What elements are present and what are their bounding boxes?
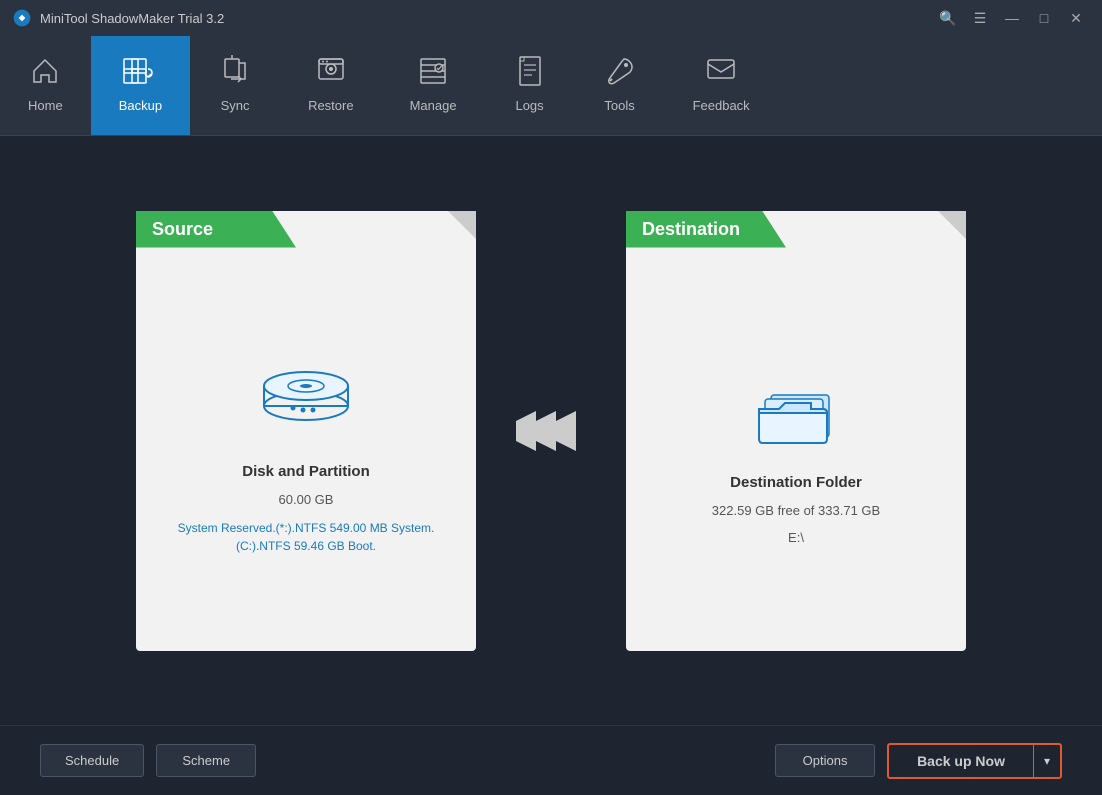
source-card[interactable]: Source Disk and Partition bbox=[136, 211, 476, 651]
source-title: Disk and Partition bbox=[242, 463, 370, 480]
nav-item-feedback[interactable]: Feedback bbox=[665, 36, 778, 135]
nav-label-feedback: Feedback bbox=[693, 98, 750, 113]
nav-label-home: Home bbox=[28, 98, 63, 113]
feedback-icon bbox=[705, 55, 737, 92]
nav-item-backup[interactable]: Backup bbox=[91, 36, 190, 135]
footer: Schedule Scheme Options Back up Now ▾ bbox=[0, 725, 1102, 795]
destination-card[interactable]: Destination Destination Folder 322.59 GB… bbox=[626, 211, 966, 651]
nav-item-manage[interactable]: Manage bbox=[382, 36, 485, 135]
destination-title: Destination Folder bbox=[730, 474, 862, 491]
source-detail: System Reserved.(*:).NTFS 549.00 MB Syst… bbox=[178, 519, 435, 555]
footer-left: Schedule Scheme bbox=[40, 744, 256, 777]
backup-now-dropdown[interactable]: ▾ bbox=[1033, 745, 1060, 777]
logs-icon bbox=[514, 55, 546, 92]
destination-free: 322.59 GB free of 333.71 GB bbox=[712, 503, 880, 518]
scheme-button[interactable]: Scheme bbox=[156, 744, 256, 777]
destination-path: E:\ bbox=[788, 530, 804, 545]
disk-icon bbox=[251, 356, 361, 451]
source-size: 60.00 GB bbox=[279, 492, 334, 507]
minimize-button[interactable]: — bbox=[998, 6, 1026, 30]
nav-label-backup: Backup bbox=[119, 98, 162, 113]
maximize-button[interactable]: □ bbox=[1030, 6, 1058, 30]
source-header: Source bbox=[136, 211, 296, 248]
backup-now-button[interactable]: Back up Now bbox=[889, 745, 1033, 777]
search-button[interactable]: 🔍 bbox=[934, 6, 962, 30]
schedule-button[interactable]: Schedule bbox=[40, 744, 144, 777]
nav-label-logs: Logs bbox=[515, 98, 543, 113]
nav-label-restore: Restore bbox=[308, 98, 354, 113]
main-content: Source Disk and Partition bbox=[0, 136, 1102, 725]
menu-button[interactable]: ☰ bbox=[966, 6, 994, 30]
options-button[interactable]: Options bbox=[775, 744, 875, 777]
cards-row: Source Disk and Partition bbox=[40, 166, 1062, 695]
manage-icon bbox=[417, 55, 449, 92]
home-icon bbox=[29, 55, 61, 92]
nav-label-sync: Sync bbox=[221, 98, 250, 113]
nav-label-manage: Manage bbox=[410, 98, 457, 113]
footer-right: Options Back up Now ▾ bbox=[775, 743, 1062, 779]
nav-item-sync[interactable]: Sync bbox=[190, 36, 280, 135]
folder-icon bbox=[741, 367, 851, 462]
titlebar-controls: 🔍 ☰ — □ ✕ bbox=[934, 6, 1090, 30]
navbar: Home Backup Sync bbox=[0, 36, 1102, 136]
nav-item-home[interactable]: Home bbox=[0, 36, 91, 135]
nav-label-tools: Tools bbox=[604, 98, 634, 113]
restore-icon bbox=[315, 55, 347, 92]
tools-icon bbox=[604, 55, 636, 92]
titlebar: MiniTool ShadowMaker Trial 3.2 🔍 ☰ — □ ✕ bbox=[0, 0, 1102, 36]
titlebar-left: MiniTool ShadowMaker Trial 3.2 bbox=[12, 8, 224, 28]
sync-icon bbox=[219, 55, 251, 92]
backup-now-group: Back up Now ▾ bbox=[887, 743, 1062, 779]
app-title: MiniTool ShadowMaker Trial 3.2 bbox=[40, 11, 224, 26]
close-button[interactable]: ✕ bbox=[1062, 6, 1090, 30]
app-logo bbox=[12, 8, 32, 28]
nav-item-logs[interactable]: Logs bbox=[485, 36, 575, 135]
arrow-section bbox=[476, 401, 626, 461]
nav-item-restore[interactable]: Restore bbox=[280, 36, 382, 135]
nav-item-tools[interactable]: Tools bbox=[575, 36, 665, 135]
backup-icon bbox=[122, 55, 158, 92]
destination-header: Destination bbox=[626, 211, 786, 248]
